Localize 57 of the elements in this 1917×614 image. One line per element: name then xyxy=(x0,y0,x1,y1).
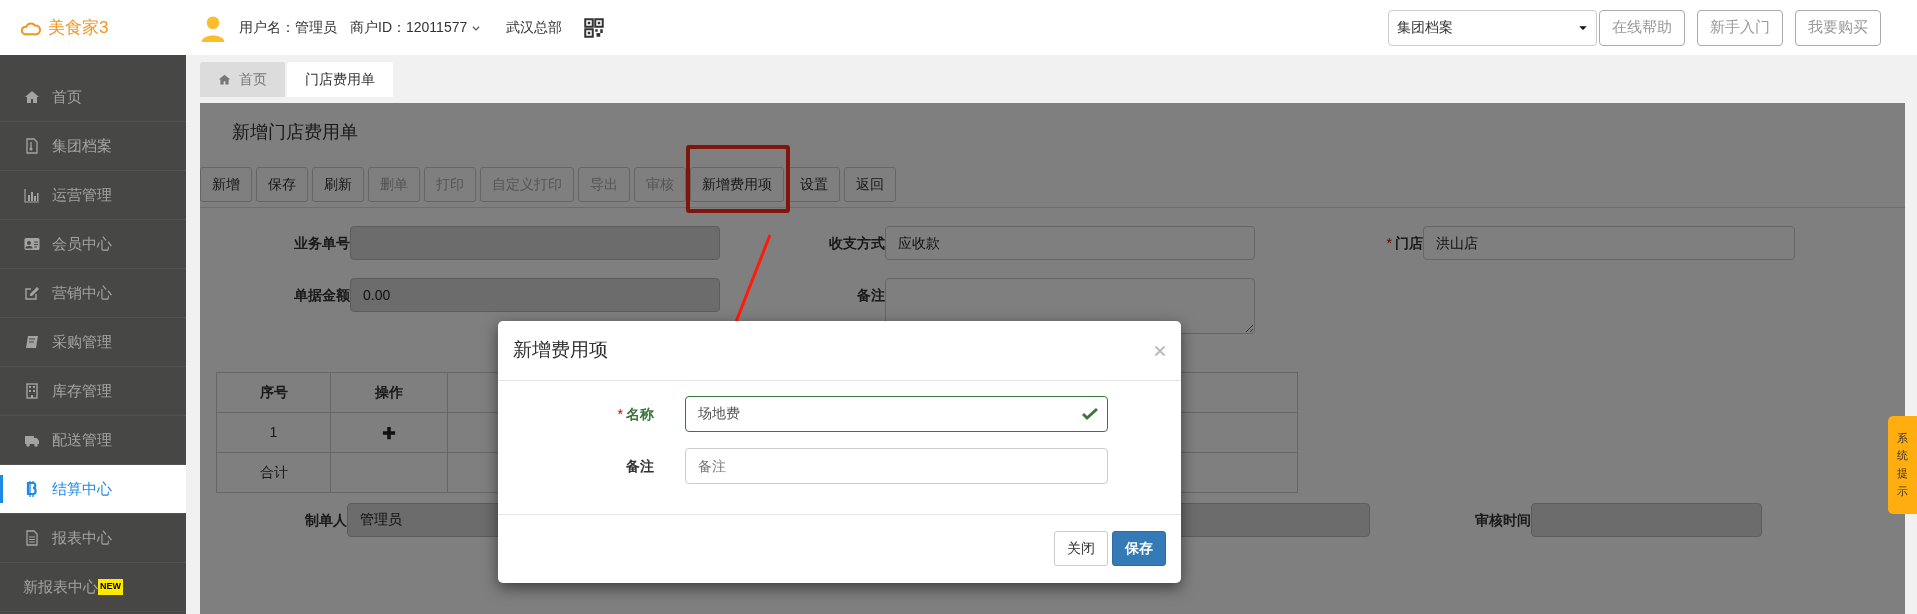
field-label: 备注 xyxy=(625,456,654,476)
bar-chart-icon xyxy=(24,187,40,203)
column-header: 操作 xyxy=(330,372,448,413)
building-icon xyxy=(24,383,40,399)
header-button[interactable]: 新手入门 xyxy=(1697,9,1783,46)
sidebar-item[interactable]: 新报表中心 NEW xyxy=(0,563,186,612)
field-label: * 门店 xyxy=(1385,233,1423,253)
input-field[interactable] xyxy=(1531,503,1762,537)
field-label: 单据金额 xyxy=(293,285,350,305)
home-icon xyxy=(218,73,231,86)
toolbar-button[interactable]: 刷新 xyxy=(312,167,364,202)
select-field[interactable]: 洪山店 xyxy=(1423,226,1795,260)
sidebar-item[interactable]: 结算中心 xyxy=(0,465,186,514)
qr-code-icon[interactable] xyxy=(584,17,605,38)
toolbar-button[interactable]: 新增费用项 xyxy=(690,167,784,202)
tab[interactable]: 首页 xyxy=(200,62,285,97)
group-select[interactable]: 集团档案 xyxy=(1388,9,1597,46)
field-label: * 名称 xyxy=(616,404,654,424)
field-label: 业务单号 xyxy=(293,233,350,253)
edit-icon xyxy=(24,285,40,301)
toolbar-button[interactable]: 新增 xyxy=(200,167,252,202)
toolbar-button[interactable]: 设置 xyxy=(788,167,840,202)
field-label: 制单人 xyxy=(304,510,347,530)
input-field[interactable]: 场地费 xyxy=(685,396,1108,432)
save-button[interactable]: 保存 xyxy=(1112,531,1166,566)
header-button[interactable]: 在线帮助 xyxy=(1599,9,1685,46)
field-label: 收支方式 xyxy=(828,233,885,253)
logo-text: 美食家3 xyxy=(48,16,109,39)
toolbar-button[interactable]: 返回 xyxy=(844,167,896,202)
field-label: 备注 xyxy=(856,285,885,305)
id-card-icon xyxy=(24,236,40,252)
document-icon xyxy=(24,530,40,546)
merchant-id[interactable]: 商户ID：12011577 xyxy=(350,17,468,38)
organization-name: 武汉总部 xyxy=(506,18,563,37)
dialog-title: 新增费用项 xyxy=(513,338,608,363)
new-badge: NEW xyxy=(98,579,123,595)
select-field[interactable]: 应收款 xyxy=(885,226,1255,260)
tab[interactable]: 门店费用单 xyxy=(287,62,393,97)
page-title: 新增门店费用单 xyxy=(231,121,359,144)
toolbar-button[interactable]: 保存 xyxy=(256,167,308,202)
field-label: 审核时间 xyxy=(1474,510,1531,530)
check-icon xyxy=(1082,406,1098,422)
close-button[interactable]: 关闭 xyxy=(1054,531,1108,566)
column-header: 序号 xyxy=(216,372,331,413)
home-icon xyxy=(24,89,40,105)
document-icon xyxy=(24,138,40,154)
book-icon xyxy=(24,334,40,350)
plus-icon[interactable] xyxy=(382,426,396,441)
coin-icon xyxy=(24,481,40,497)
table-cell: 合计 xyxy=(216,452,331,493)
side-tab[interactable]: 系统提示 xyxy=(1888,416,1917,514)
header-button[interactable]: 我要购买 xyxy=(1795,9,1881,46)
input-field[interactable]: 备注 xyxy=(685,448,1108,484)
table-cell: 1 xyxy=(216,412,331,453)
input-field[interactable] xyxy=(350,226,720,260)
user-name: 用户名：管理员 xyxy=(239,18,337,37)
input-field[interactable]: 0.00 xyxy=(350,278,720,312)
